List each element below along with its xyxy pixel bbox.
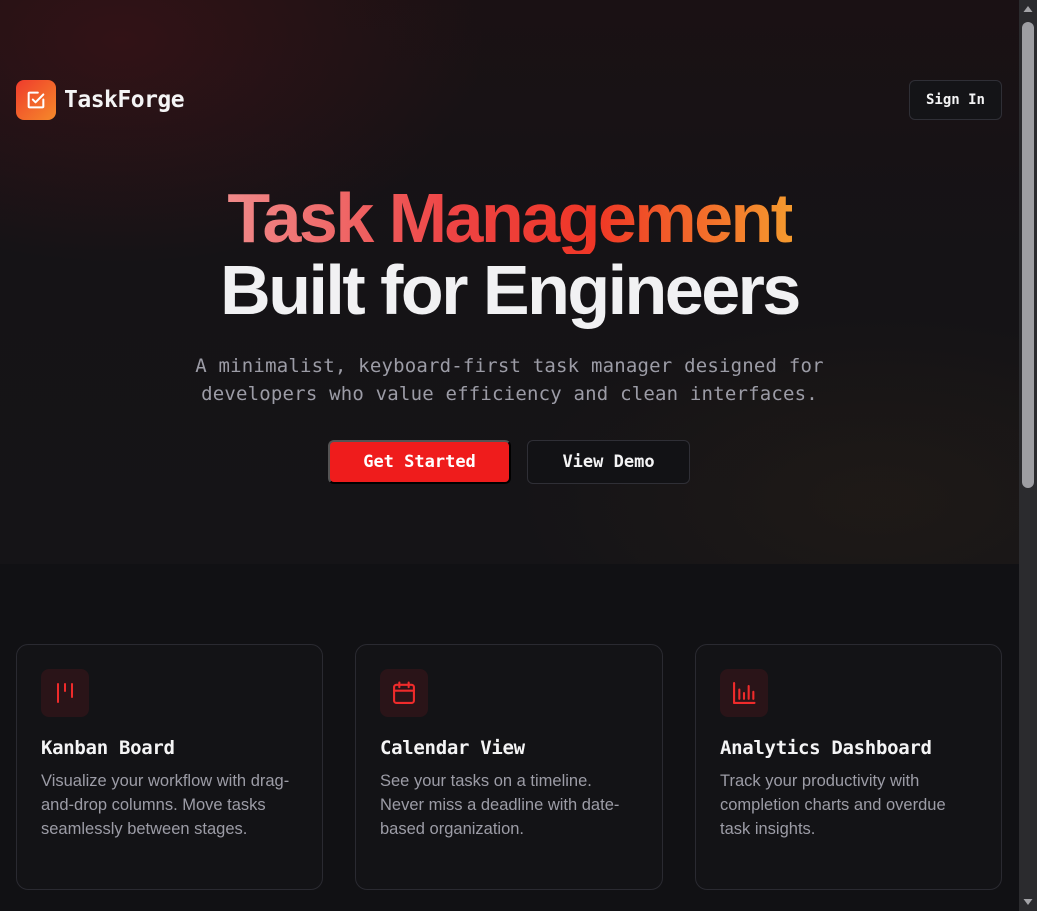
headline-line-1: Task Management — [227, 179, 794, 257]
landing-page: TaskForge Sign In Task Management Built … — [0, 0, 1019, 911]
scrollbar-thumb[interactable] — [1022, 22, 1034, 488]
calendar-icon — [380, 669, 428, 717]
bar-chart-icon — [720, 669, 768, 717]
feature-description: Visualize your workflow with drag-and-dr… — [41, 772, 290, 838]
scroll-up-arrow-icon[interactable] — [1019, 0, 1037, 18]
sign-in-button[interactable]: Sign In — [909, 80, 1002, 120]
headline-line-2: Built for Engineers — [220, 251, 801, 329]
hero-headline: Task Management Built for Engineers — [0, 182, 1019, 326]
feature-title: Analytics Dashboard — [720, 737, 932, 759]
feature-card-kanban: Kanban Board Visualize your workflow wit… — [16, 644, 323, 890]
view-demo-button[interactable]: View Demo — [527, 440, 690, 484]
brand-link[interactable]: TaskForge — [16, 80, 185, 120]
feature-description: Track your productivity with completion … — [720, 772, 946, 838]
scroll-down-arrow-icon[interactable] — [1019, 893, 1037, 911]
subtitle-line-1: A minimalist, keyboard-first task manage… — [195, 355, 824, 377]
subtitle-line-2: developers who value efficiency and clea… — [201, 383, 818, 405]
checkbox-icon — [16, 80, 56, 120]
get-started-button[interactable]: Get Started — [328, 440, 511, 484]
kanban-icon — [41, 669, 89, 717]
brand-name: TaskForge — [64, 87, 185, 113]
feature-title: Kanban Board — [41, 737, 175, 759]
vertical-scrollbar[interactable] — [1019, 0, 1037, 911]
feature-card-calendar: Calendar View See your tasks on a timeli… — [355, 644, 663, 890]
feature-card-analytics: Analytics Dashboard Track your productiv… — [695, 644, 1002, 890]
hero-section: TaskForge Sign In Task Management Built … — [0, 0, 1019, 564]
feature-title: Calendar View — [380, 737, 525, 759]
feature-description: See your tasks on a timeline. Never miss… — [380, 772, 620, 838]
hero-subtitle: A minimalist, keyboard-first task manage… — [160, 352, 859, 408]
